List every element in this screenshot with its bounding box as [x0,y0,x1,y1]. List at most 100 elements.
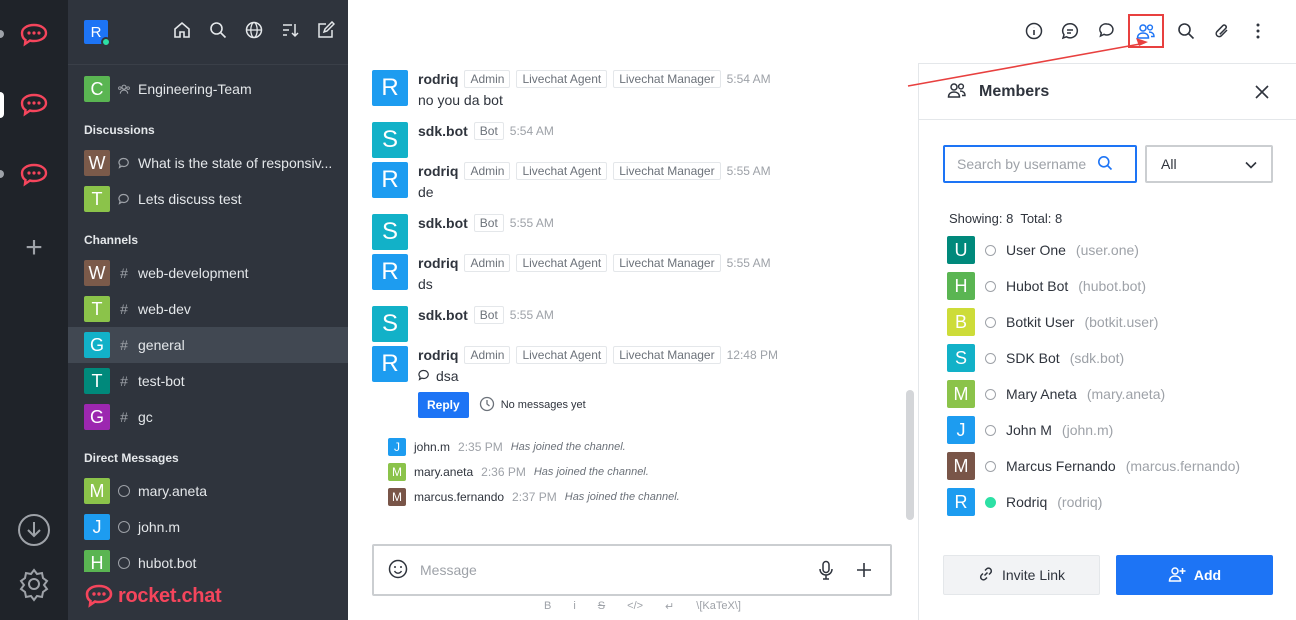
message-author[interactable]: sdk.bot [418,307,468,323]
members-actions: Invite Link Add [943,555,1273,595]
threads-icon[interactable] [1056,15,1084,47]
strike-format-button[interactable]: S [598,600,605,613]
message-input[interactable]: Message [420,562,800,578]
message-time: 5:55 AM [509,308,554,322]
katex-format-button[interactable]: \[KaTeX\] [696,600,741,613]
message-composer[interactable]: Message [372,544,892,596]
avatar[interactable]: M [388,463,406,481]
member-row[interactable]: R Rodriq (rodriq) [947,484,1240,520]
role-badge: Bot [473,214,504,232]
code-format-button[interactable]: </> [627,600,643,613]
member-row[interactable]: M Mary Aneta (mary.aneta) [947,376,1240,412]
invite-link-button[interactable]: Invite Link [943,555,1100,595]
settings-icon[interactable] [16,566,52,602]
reply-button[interactable]: Reply [418,392,469,418]
attachment-clip-icon[interactable] [1208,15,1236,47]
avatar[interactable]: R [372,162,408,198]
status-filter-select[interactable]: All [1145,145,1273,183]
message-body: dsa [418,368,778,384]
system-author[interactable]: john.m [414,440,450,454]
add-member-button[interactable]: Add [1116,555,1273,595]
avatar[interactable]: S [372,214,408,250]
multiline-format-button[interactable]: ↵ [665,600,674,613]
member-row[interactable]: H Hubot Bot (hubot.bot) [947,268,1240,304]
message-author[interactable]: rodriq [418,347,458,363]
members-panel: Members All Showing: 8 Total: 8 U User O… [918,64,1296,620]
sidebar-item-web-development[interactable]: W # web-development [68,255,348,291]
sidebar-item-general[interactable]: G # general [68,327,348,363]
message: S sdk.bot Bot 5:54 AM [372,122,554,158]
member-username: (mary.aneta) [1086,386,1166,402]
sidebar-item-hubot-bot[interactable]: H hubot.bot [68,545,348,572]
avatar[interactable]: R [372,254,408,290]
bold-format-button[interactable]: B [544,600,551,613]
message-author[interactable]: rodriq [418,71,458,87]
info-icon[interactable] [1020,15,1048,47]
home-icon[interactable] [172,20,192,40]
member-row[interactable]: M Marcus Fernando (marcus.fernando) [947,448,1240,484]
search-icon[interactable] [1172,15,1200,47]
members-search [943,145,1137,183]
avatar[interactable]: S [372,306,408,342]
system-time: 2:35 PM [458,440,503,454]
message-time: 5:55 AM [726,164,771,178]
user-avatar[interactable]: R [84,20,111,47]
sidebar-item-gc[interactable]: G # gc [68,399,348,435]
message-author[interactable]: sdk.bot [418,123,468,139]
members-title: Members [979,82,1050,100]
avatar[interactable]: R [372,346,408,382]
sidebar-item-discussion[interactable]: W What is the state of responsiv... [68,145,348,181]
sidebar-item-john-m[interactable]: J john.m [68,509,348,545]
download-icon[interactable] [16,512,52,548]
member-name: Mary Aneta [1006,386,1077,402]
workspace-rocketchat-1[interactable] [17,18,51,52]
member-row[interactable]: J John M (john.m) [947,412,1240,448]
member-row[interactable]: B Botkit User (botkit.user) [947,304,1240,340]
directory-globe-icon[interactable] [244,20,264,40]
sidebar-item-test-bot[interactable]: T # test-bot [68,363,348,399]
members-icon[interactable] [1128,14,1164,48]
hashtag-icon: # [120,373,128,389]
sidebar-item-discussion[interactable]: T Lets discuss test [68,181,348,217]
member-name: Marcus Fernando [1006,458,1116,474]
avatar: U [947,236,975,264]
role-badge: Livechat Agent [516,70,608,88]
system-author[interactable]: marcus.fernando [414,490,504,504]
plus-icon[interactable] [852,558,876,582]
sidebar-item-mary-aneta[interactable]: M mary.aneta [68,473,348,509]
close-icon[interactable] [1250,80,1274,104]
offline-status-icon [985,424,996,436]
italic-format-button[interactable]: i [573,600,575,613]
message-author[interactable]: sdk.bot [418,215,468,231]
search-icon[interactable] [1097,155,1113,174]
clock-icon [479,396,495,415]
sidebar-item-label: hubot.bot [138,555,197,571]
role-badge: Livechat Manager [613,162,721,180]
workspace-rocketchat-3[interactable] [17,158,51,192]
search-input[interactable] [957,156,1097,172]
message-time: 5:54 AM [726,72,771,86]
message-scrollbar[interactable] [906,390,914,520]
member-row[interactable]: S SDK Bot (sdk.bot) [947,340,1240,376]
message-author[interactable]: rodriq [418,163,458,179]
sidebar-item-label: web-dev [138,301,191,317]
discussions-icon[interactable] [1092,15,1120,47]
emoji-icon[interactable] [388,559,408,582]
kebab-menu-icon[interactable] [1244,15,1272,47]
sort-icon[interactable] [280,20,300,40]
avatar[interactable]: M [388,488,406,506]
avatar[interactable]: R [372,70,408,106]
avatar[interactable]: J [388,438,406,456]
create-new-icon[interactable] [316,20,336,40]
member-row[interactable]: U User One (user.one) [947,232,1240,268]
sidebar-item-web-dev[interactable]: T # web-dev [68,291,348,327]
avatar[interactable]: S [372,122,408,158]
workspace-rocketchat-2[interactable] [17,88,51,122]
sidebar-item-engineering-team[interactable]: C Engineering-Team [68,71,348,107]
system-author[interactable]: mary.aneta [414,465,473,479]
offline-status-icon [118,521,130,533]
microphone-icon[interactable] [814,558,838,582]
search-icon[interactable] [208,20,228,40]
add-workspace-icon[interactable]: + [22,233,46,263]
message-author[interactable]: rodriq [418,255,458,271]
